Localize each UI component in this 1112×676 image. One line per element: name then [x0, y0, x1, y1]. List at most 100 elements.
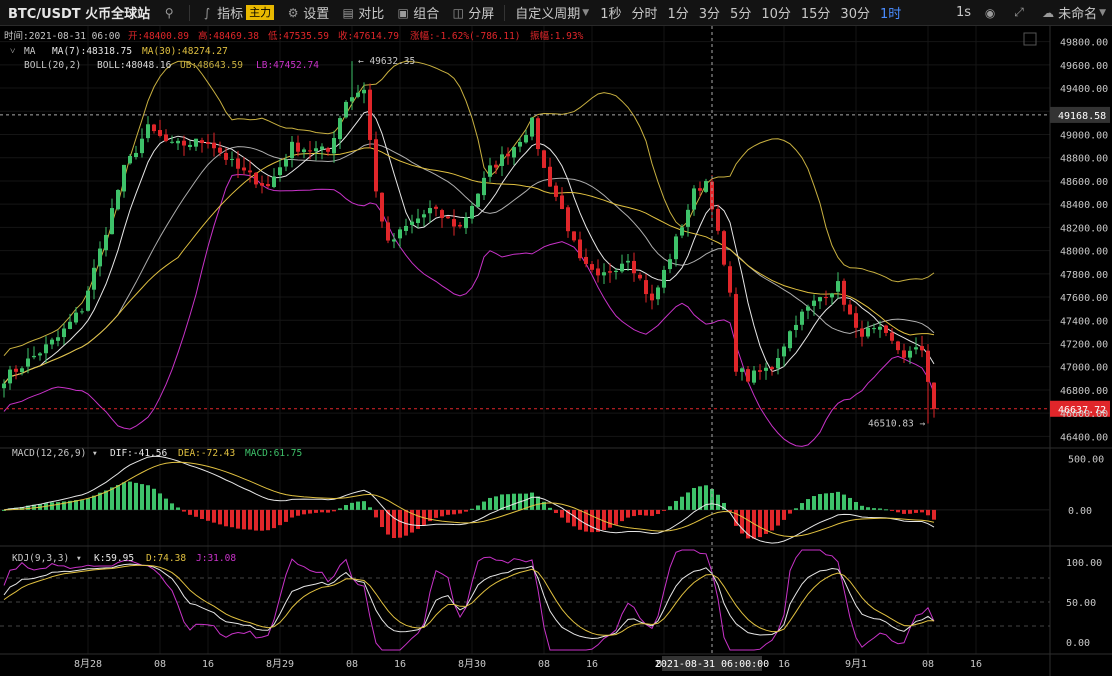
candle-up [512, 147, 516, 158]
fullscreen-button[interactable]: ⤢ [1006, 0, 1035, 26]
timeframe-tab[interactable]: 30分 [835, 0, 875, 26]
compare-icon: ▤ [342, 5, 354, 20]
macd-histogram-bar [674, 500, 678, 510]
timeframe-tabs: 1秒 分时 1分 3分 5分 10分 15分 30分 1时 [595, 0, 906, 26]
macd-histogram-bar [632, 509, 636, 517]
macd-histogram-bar [896, 509, 900, 513]
candle-down [638, 274, 642, 279]
candle-down [920, 346, 924, 351]
macd-histogram-bar [680, 496, 684, 510]
candle-up [404, 225, 408, 231]
candle-up [794, 324, 798, 330]
screenshot-button[interactable]: ◉ [977, 0, 1006, 26]
candle-down [458, 224, 462, 227]
candle-up [428, 207, 432, 214]
kdj-j-value: J:31.08 [196, 553, 236, 564]
max-price-label: ← 49632.35 [358, 56, 415, 67]
candle-up [878, 326, 882, 330]
indicators-button[interactable]: ∫ 指标 主力 [194, 0, 280, 26]
price-tick-label: 49400.00 [1060, 84, 1108, 95]
candle-down [884, 325, 888, 333]
candle-up [26, 358, 30, 367]
macd-histogram-bar [656, 509, 660, 515]
macd-histogram-bar [266, 509, 270, 531]
settings-button[interactable]: ⚙ 设置 [280, 0, 335, 26]
candle-up [626, 260, 630, 263]
macd-histogram-bar [452, 509, 456, 515]
macd-histogram-bar [362, 501, 366, 510]
price-tick-label: 48600.00 [1060, 177, 1108, 188]
kline-chart[interactable]: ← 49632.3546510.83 →46637.72 46400.00466… [0, 26, 1112, 676]
split-label: 分屏 [468, 7, 495, 22]
candle-down [848, 304, 852, 315]
candle-down [542, 150, 546, 168]
timeframe-tab[interactable]: 1时 [875, 0, 906, 26]
candle-up [620, 263, 624, 272]
candle-down [548, 166, 552, 187]
timeframe-tab[interactable]: 10分 [756, 0, 796, 26]
macd-histogram-bar [200, 509, 204, 519]
search-button[interactable]: ⚲ [156, 0, 185, 26]
price-tick-label: 47800.00 [1060, 270, 1108, 281]
candle-up [122, 164, 126, 192]
symbol-selector[interactable]: BTC/USDT 火币全球站 [0, 0, 156, 26]
macd-toggle-icon[interactable]: ▾ [92, 448, 98, 459]
time-tick-label: 08 [154, 659, 166, 670]
macd-histogram-bar [260, 509, 264, 531]
candle-up [740, 368, 744, 372]
cloud-save-button[interactable]: ☁ 未命名 ▼ [1035, 0, 1112, 26]
timeframe-tab[interactable]: 5分 [725, 0, 756, 26]
macd-histogram-bar [878, 508, 882, 510]
macd-histogram-bar [92, 495, 96, 510]
candle-up [56, 337, 60, 341]
split-screen-button[interactable]: ◫ 分屏 [445, 0, 500, 26]
macd-histogram-bar [536, 496, 540, 510]
candle-down [158, 130, 162, 136]
candle-down [698, 188, 702, 191]
macd-histogram-bar [572, 509, 576, 527]
candle-up [692, 188, 696, 210]
macd-histogram-bar [488, 497, 492, 510]
macd-histogram-bar [272, 509, 276, 529]
timeframe-tab[interactable]: 1秒 [595, 0, 626, 26]
candle-up [464, 217, 468, 229]
macd-histogram-bar [794, 508, 798, 510]
candle-down [728, 266, 732, 293]
time-tick-label: 08 [346, 659, 358, 670]
timeframe-tab[interactable]: 1分 [662, 0, 693, 26]
candle-up [314, 148, 318, 152]
macd-histogram-bar [512, 493, 516, 510]
time-tick-label: 16 [778, 659, 790, 670]
macd-histogram-bar [554, 509, 558, 514]
macd-histogram-bar [644, 509, 648, 516]
candle-up [272, 176, 276, 188]
candle-down [206, 142, 210, 144]
timeframe-tab[interactable]: 分时 [626, 0, 662, 26]
macd-histogram-bar [170, 503, 174, 510]
timeframe-tab[interactable]: 15分 [796, 0, 836, 26]
macd-histogram-bar [380, 509, 384, 528]
macd-histogram-bar [308, 509, 312, 514]
ma-legend-toggle-icon[interactable]: ˅ [10, 46, 15, 57]
macd-histogram-bar [254, 509, 258, 531]
macd-histogram-bar [782, 509, 786, 520]
macd-name: MACD(12,26,9) [12, 448, 86, 459]
combo-button[interactable]: ▣ 组合 [390, 0, 445, 26]
price-tick-label: 46800.00 [1060, 386, 1108, 397]
time-tick-label: 8月28 [74, 658, 102, 670]
chevron-down-icon: ▼ [1099, 7, 1106, 18]
custom-period-dropdown[interactable]: 自定义周期 ▼ [509, 0, 595, 26]
time-tick-label: 16 [394, 659, 406, 670]
macd-histogram-bar [824, 493, 828, 510]
timeframe-tab[interactable]: 3分 [694, 0, 725, 26]
macd-histogram-bar [608, 509, 612, 528]
macd-histogram-bar [326, 509, 330, 513]
kdj-toggle-icon[interactable]: ▾ [76, 553, 82, 564]
candle-down [722, 231, 726, 265]
macd-histogram-bar [914, 509, 918, 513]
info-close: 收:47614.79 [338, 30, 399, 42]
price-tick-label: 49000.00 [1060, 131, 1108, 142]
macd-histogram-bar [692, 487, 696, 510]
right-timeframe[interactable]: 1s [950, 0, 977, 26]
compare-button[interactable]: ▤ 对比 [335, 0, 390, 26]
